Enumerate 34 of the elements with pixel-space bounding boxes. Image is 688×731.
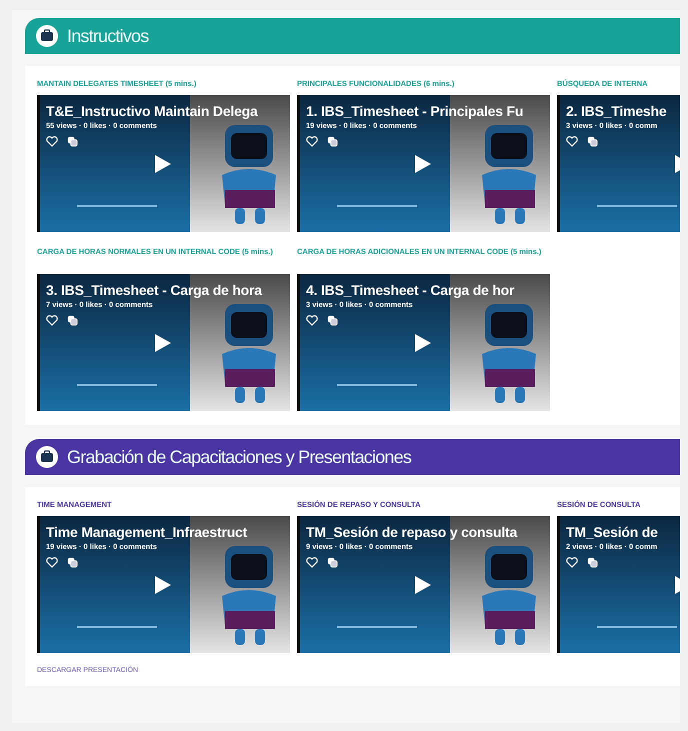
copy-icon[interactable]: [67, 315, 78, 326]
video-title[interactable]: 2. IBS_Timeshe: [566, 103, 666, 119]
heart-icon[interactable]: [46, 557, 58, 568]
copy-icon[interactable]: [327, 557, 338, 568]
section-title: Grabación de Capacitaciones y Presentaciones: [67, 446, 412, 468]
copy-icon[interactable]: [67, 136, 78, 147]
copy-icon[interactable]: [327, 315, 338, 326]
video-title[interactable]: T&E_Instructivo Maintain Delega: [46, 103, 258, 119]
video-title[interactable]: TM_Sesión de: [566, 524, 658, 540]
play-icon[interactable]: [415, 576, 431, 594]
heart-icon[interactable]: [46, 136, 58, 147]
section-title: Instructivos: [67, 26, 148, 46]
copy-icon[interactable]: [327, 136, 338, 147]
play-icon[interactable]: [415, 155, 431, 173]
play-icon[interactable]: [155, 334, 171, 352]
copy-icon[interactable]: [587, 136, 598, 147]
heart-icon[interactable]: [566, 136, 578, 147]
briefcase-icon: [35, 445, 59, 469]
heart-icon[interactable]: [566, 557, 578, 568]
heart-icon[interactable]: [306, 557, 318, 568]
copy-icon[interactable]: [67, 557, 78, 568]
copy-icon[interactable]: [587, 557, 598, 568]
video-title[interactable]: 1. IBS_Timesheet - Principales Fu: [306, 103, 524, 119]
video-title[interactable]: 3. IBS_Timesheet - Carga de hora: [46, 282, 262, 298]
heart-icon[interactable]: [306, 315, 318, 326]
heart-icon[interactable]: [46, 315, 58, 326]
play-icon[interactable]: [415, 334, 431, 352]
video-title[interactable]: TM_Sesión de repaso y consulta: [306, 524, 518, 540]
play-icon[interactable]: [155, 155, 171, 173]
play-icon[interactable]: [155, 576, 171, 594]
heart-icon[interactable]: [306, 136, 318, 147]
briefcase-icon: [35, 24, 59, 48]
video-title[interactable]: Time Management_Infraestruct: [46, 524, 248, 540]
video-title[interactable]: 4. IBS_Timesheet - Carga de hor: [306, 282, 514, 298]
